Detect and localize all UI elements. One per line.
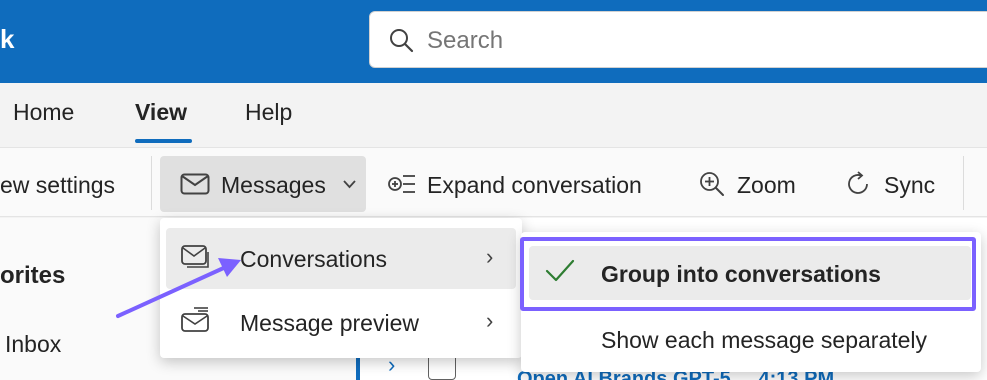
tab-help[interactable]: Help [245,99,292,126]
option-show-each-message-separately[interactable]: Show each message separately [529,312,971,366]
view-settings-button[interactable]: ew settings [0,172,115,199]
search-icon [390,29,414,53]
mail-icon [180,173,210,195]
app-title: k [0,24,15,54]
chevron-right-icon: › [486,244,494,269]
favorites-header[interactable]: orites [0,262,65,290]
active-tab-indicator [135,139,192,143]
messages-label: Messages [221,172,326,198]
search-box[interactable] [369,11,987,68]
annotation-highlight-box [520,237,976,311]
zoom-icon [700,172,724,196]
ribbon-tabs: Home View Help [0,83,987,147]
menu-item-label: Conversations [240,246,388,272]
zoom-button[interactable]: Zoom [737,172,796,199]
expand-conversation-icon [388,175,415,193]
menu-item-conversations[interactable]: Conversations › [166,228,516,289]
chevron-right-icon: › [486,308,494,333]
title-bar: k [0,0,987,83]
messages-button[interactable]: Messages [160,156,366,212]
ribbon-divider [151,156,152,210]
expand-conversation-button[interactable]: Expand conversation [427,172,642,199]
menu-item-label: Message preview [240,310,419,336]
tab-view[interactable]: View [135,99,187,126]
ribbon-toolbar: ew settings Messages Expand conversation… [0,147,987,217]
option-label: Show each message separately [601,327,928,353]
message-preview-icon [181,307,209,332]
folder-inbox[interactable]: Inbox [5,331,61,358]
sync-icon [848,171,868,194]
sync-button[interactable]: Sync [884,172,935,199]
ribbon-divider [963,156,964,210]
messages-dropdown-menu: Conversations › Message preview › [160,218,522,358]
search-input[interactable] [427,27,827,55]
tab-home[interactable]: Home [13,99,74,126]
chevron-down-icon [343,180,356,189]
menu-item-message-preview[interactable]: Message preview › [166,292,516,353]
conversations-icon [181,245,209,268]
